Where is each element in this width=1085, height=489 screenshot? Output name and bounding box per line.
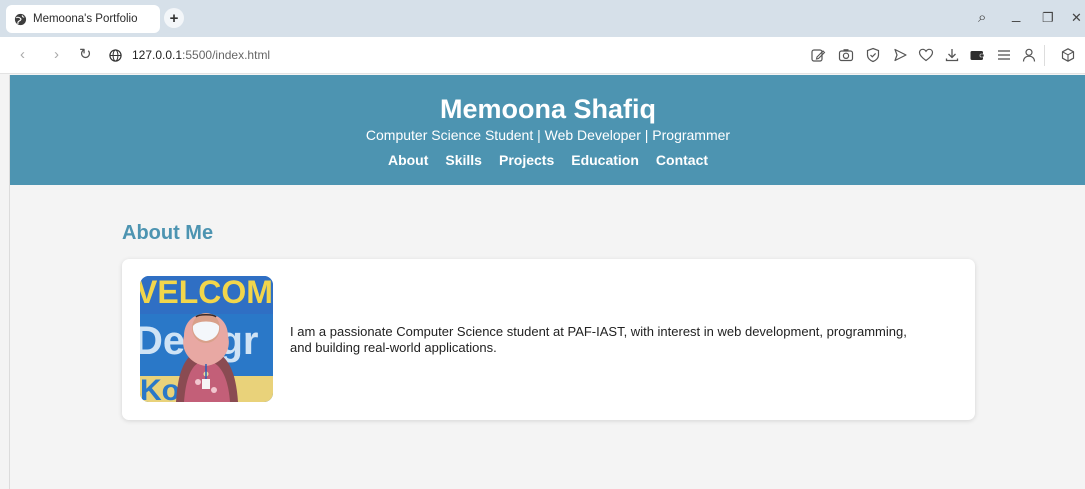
profile-photo: VELCOM Desigr Ko (140, 276, 273, 402)
new-tab-button[interactable]: + (164, 8, 184, 28)
download-icon[interactable] (944, 47, 960, 63)
reload-button[interactable]: ↻ (79, 46, 92, 64)
edit-icon[interactable] (810, 47, 826, 63)
url-path: :5500/index.html (182, 48, 271, 62)
site-owner-name: Memoona Shafiq (439, 94, 656, 124)
nav-link-projects[interactable]: Projects (499, 152, 554, 168)
close-button[interactable]: ✕ (1071, 8, 1082, 28)
sidebar-list-icon[interactable] (996, 47, 1012, 63)
site-header: Memoona Shafiq Computer Science Student … (10, 75, 1085, 185)
back-button[interactable]: ‹ (20, 46, 25, 64)
camera-icon[interactable] (838, 47, 854, 63)
plus-icon: + (169, 9, 179, 27)
nav-link-education[interactable]: Education (571, 152, 639, 168)
heart-icon[interactable] (918, 47, 934, 63)
tab-title: Memoona's Portfolio (33, 13, 138, 25)
browser-tab-strip: Memoona's Portfolio + ⌕ _ ❐ ✕ (0, 0, 1085, 37)
about-description: I am a passionate Computer Science stude… (290, 324, 907, 355)
svg-text:Ko: Ko (140, 374, 180, 402)
toolbar-divider (1044, 45, 1045, 66)
address-bar: ‹ › ↻ 127.0.0.1:5500/index.html (0, 37, 1085, 74)
site-info-icon[interactable] (109, 49, 122, 62)
site-tagline: Computer Science Student | Web Developer… (365, 127, 731, 143)
shield-icon[interactable] (865, 47, 881, 63)
section-title-about: About Me (122, 222, 214, 244)
url-field[interactable]: 127.0.0.1:5500/index.html (132, 48, 270, 62)
page-viewport: Memoona Shafiq Computer Science Student … (9, 75, 1085, 489)
search-tabs-icon[interactable]: ⌕ (978, 8, 986, 28)
send-icon[interactable] (892, 47, 908, 63)
site-nav: About Skills Projects Education Contact (10, 152, 1085, 168)
browser-tab[interactable]: Memoona's Portfolio (6, 5, 160, 33)
svg-text:VELCOM: VELCOM (140, 276, 273, 310)
globe-icon (14, 13, 27, 25)
forward-button[interactable]: › (54, 46, 59, 64)
about-card: VELCOM Desigr Ko I am a passionate Compu… (122, 259, 975, 420)
nav-link-contact[interactable]: Contact (656, 152, 708, 168)
nav-link-skills[interactable]: Skills (445, 152, 482, 168)
extension-cube-icon[interactable] (1060, 47, 1076, 63)
url-host: 127.0.0.1 (132, 48, 183, 62)
profile-icon[interactable] (1021, 47, 1037, 63)
nav-link-about[interactable]: About (388, 152, 428, 168)
wallet-icon[interactable] (969, 47, 985, 63)
minimize-button[interactable]: _ (1012, 5, 1020, 25)
restore-button[interactable]: ❐ (1042, 8, 1054, 28)
